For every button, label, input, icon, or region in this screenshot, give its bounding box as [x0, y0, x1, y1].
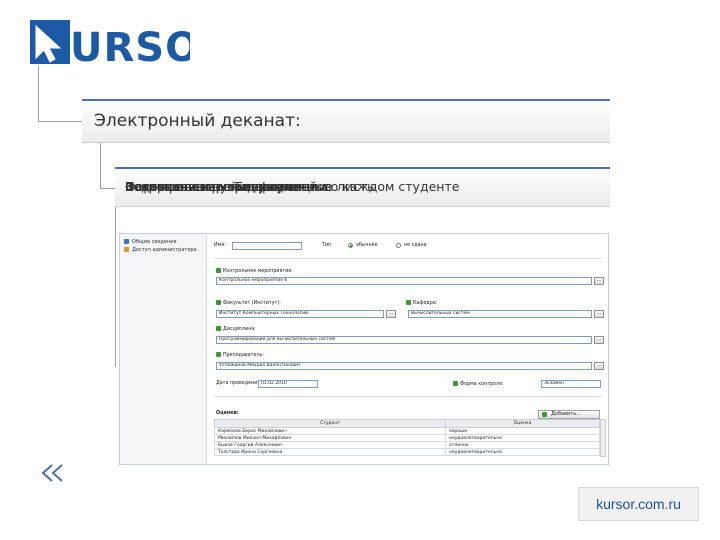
divider: [214, 396, 602, 397]
type-option-label: не сдана: [404, 243, 427, 248]
teacher-browse-button[interactable]: ...: [594, 362, 604, 370]
faculty-icon: [216, 300, 221, 305]
grades-label: Оценки:: [216, 411, 239, 416]
kursor-logo: URSOR: [30, 18, 231, 71]
department-select[interactable]: Вычислительных систем: [408, 310, 592, 318]
tree-connector: [100, 188, 115, 189]
student-cell: Кармазов Борис Михайлович: [214, 427, 446, 435]
control-form-select[interactable]: Экзамен: [541, 380, 601, 388]
date-picker[interactable]: 01.02.2010: [258, 380, 318, 388]
sidebar-item-admin[interactable]: Доступ администратора: [124, 247, 197, 253]
table-row[interactable]: Кармазов Борис Михайлович хорошо: [214, 427, 600, 435]
app-window: Общие сведения Доступ администратора Имя…: [119, 233, 609, 465]
app-form: Имя: Тип обычное не сдана Контрольное ме…: [208, 234, 608, 464]
control-section-label: Контрольное мероприятие:: [216, 268, 293, 274]
name-label: Имя:: [214, 243, 226, 248]
date-label: Дата проведения:: [216, 381, 262, 386]
control-icon: [216, 268, 221, 273]
table-scrollbar[interactable]: [600, 419, 606, 457]
control-form-label: Форма контроля:: [453, 381, 504, 387]
department-label: Кафедра:: [406, 300, 437, 306]
discipline-select[interactable]: Программирование для вычислительных сист…: [216, 336, 592, 344]
footer-url-link[interactable]: kursor.com.ru: [578, 487, 699, 521]
control-browse-button[interactable]: ...: [594, 277, 604, 285]
logo-text: URSOR: [70, 25, 190, 68]
column-header-student[interactable]: Студент: [214, 419, 446, 428]
add-icon: [542, 412, 547, 417]
type-option-label: обычное: [356, 243, 378, 248]
tree-connector: [38, 66, 39, 121]
table-row[interactable]: Михайлов Михаил Михайлович неудовлетвори…: [214, 434, 600, 442]
faculty-label: Факультет (Институт):: [216, 300, 281, 306]
faculty-select[interactable]: Институт Компьютерных Технологий: [216, 310, 384, 318]
grade-cell: неудовлетворительно: [445, 434, 600, 442]
grade-cell: хорошо: [445, 427, 600, 435]
student-cell: Михайлов Михаил Михайлович: [214, 434, 446, 442]
tree-connector: [115, 207, 116, 367]
heading-text: Электронный деканат:: [94, 111, 301, 131]
type-radio-normal[interactable]: [348, 243, 353, 248]
teacher-label: Преподаватель:: [216, 352, 264, 358]
type-radio-failed[interactable]: [396, 243, 401, 248]
teacher-icon: [216, 352, 221, 357]
discipline-browse-button[interactable]: ...: [594, 336, 604, 344]
app-sidebar: Общие сведения Доступ администратора: [120, 234, 207, 464]
divider: [214, 258, 602, 259]
name-input[interactable]: [232, 242, 302, 250]
department-browse-button[interactable]: ...: [594, 310, 604, 318]
control-form-icon: [453, 381, 458, 386]
table-row[interactable]: Толстова Ирина Сергеевна неудовлетворите…: [214, 448, 600, 456]
grade-cell: неудовлетворительно: [445, 448, 600, 456]
tree-connector: [100, 143, 101, 188]
student-cell: Толстова Ирина Сергеевна: [214, 448, 446, 456]
control-select[interactable]: Контрольное мероприятие 6: [216, 277, 592, 285]
grades-table: Студент Оценка Кармазов Борис Михайлович…: [214, 419, 600, 456]
type-label: Тип: [322, 243, 332, 248]
admin-icon: [124, 247, 129, 252]
discipline-icon: [216, 326, 221, 331]
back-arrow-icon[interactable]: [40, 462, 66, 484]
section-heading: Электронный деканат:: [82, 99, 610, 143]
department-icon: [406, 300, 411, 305]
table-row[interactable]: Быков Георгий Алексеевич отлично: [214, 441, 600, 449]
caption-layer: Печать и выгрузка документов: [125, 179, 332, 194]
feature-caption: Формирование «Бегунков» Контрольные меро…: [115, 167, 610, 207]
table-header-row: Студент Оценка: [214, 419, 600, 428]
tree-connector: [38, 121, 82, 122]
student-cell: Быков Георгий Алексеевич: [214, 441, 446, 449]
sidebar-item-general[interactable]: Общие сведения: [124, 239, 176, 245]
column-header-grade[interactable]: Оценка: [445, 419, 600, 428]
faculty-browse-button[interactable]: ...: [386, 310, 396, 318]
grade-cell: отлично: [445, 441, 600, 449]
add-grade-button[interactable]: Добавить...: [538, 410, 600, 419]
discipline-label: Дисциплина:: [216, 326, 256, 332]
info-icon: [124, 239, 129, 244]
teacher-select[interactable]: Устюжанов Михаил Валентинович: [216, 362, 592, 370]
